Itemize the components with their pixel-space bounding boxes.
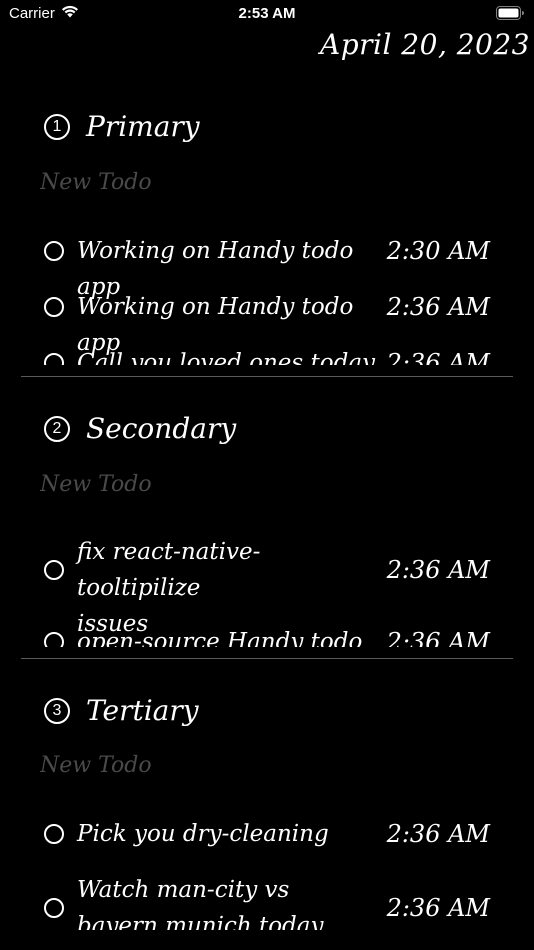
todo-time: 2:36 AM — [386, 628, 490, 647]
section-divider — [21, 376, 513, 377]
todo-text: open-source Handy todo app — [77, 629, 363, 647]
checkbox-circle-icon[interactable] — [44, 297, 64, 317]
section-header: 3 Tertiary — [44, 694, 199, 727]
section-title: Tertiary — [86, 694, 199, 727]
section-number-badge: 3 — [44, 697, 70, 724]
status-bar: Carrier 2:53 AM — [0, 0, 534, 30]
todo-list: fix react-native-tooltipilize issues 2:3… — [0, 530, 534, 647]
todo-time: 2:30 AM — [386, 237, 490, 265]
date-label: April 20, 2023 — [319, 28, 530, 61]
todo-item[interactable]: Working on Handy todo app 2:36 AM — [0, 289, 534, 356]
new-todo-input[interactable] — [40, 472, 340, 497]
new-todo-input[interactable] — [40, 753, 340, 778]
todo-text: Pick you dry-cleaning — [77, 821, 329, 847]
todo-item[interactable]: Watch man-city vs bayern munich today 2:… — [0, 872, 534, 930]
todo-list: Working on Handy todo app 2:30 AM Workin… — [0, 225, 534, 365]
todo-time: 2:36 AM — [386, 293, 490, 321]
section-number-badge: 2 — [44, 415, 70, 442]
battery-icon — [496, 6, 524, 24]
checkbox-circle-icon[interactable] — [44, 632, 64, 647]
section-header: 2 Secondary — [44, 412, 236, 445]
checkbox-circle-icon[interactable] — [44, 353, 64, 365]
todo-time: 2:36 AM — [386, 556, 490, 584]
todo-text: Call you loved ones today — [77, 350, 376, 365]
checkbox-circle-icon[interactable] — [44, 241, 64, 261]
todo-item[interactable]: open-source Handy todo app 2:36 AM — [0, 624, 534, 647]
todo-item[interactable]: Pick you dry-cleaning 2:36 AM — [0, 816, 534, 852]
section-divider — [21, 658, 513, 659]
checkbox-circle-icon[interactable] — [44, 824, 64, 844]
new-todo-input[interactable] — [40, 170, 340, 195]
todo-text: Watch man-city vs bayern munich today — [77, 877, 324, 930]
section-header: 1 Primary — [44, 110, 200, 143]
todo-time: 2:36 AM — [386, 894, 490, 922]
section-title: Primary — [86, 110, 200, 143]
todo-list: Pick you dry-cleaning 2:36 AM Watch man-… — [0, 808, 534, 930]
status-time: 2:53 AM — [238, 5, 296, 22]
todo-time: 2:36 AM — [386, 820, 490, 848]
todo-item[interactable]: Working on Handy todo app 2:30 AM — [0, 233, 534, 300]
section-title: Secondary — [86, 412, 237, 445]
section-number-badge: 1 — [44, 113, 70, 140]
todo-time: 2:36 AM — [386, 349, 490, 365]
todo-item[interactable]: Call you loved ones today 2:36 AM — [0, 345, 534, 365]
todo-item[interactable]: fix react-native-tooltipilize issues 2:3… — [0, 534, 534, 637]
checkbox-circle-icon[interactable] — [44, 898, 64, 918]
checkbox-circle-icon[interactable] — [44, 560, 64, 580]
